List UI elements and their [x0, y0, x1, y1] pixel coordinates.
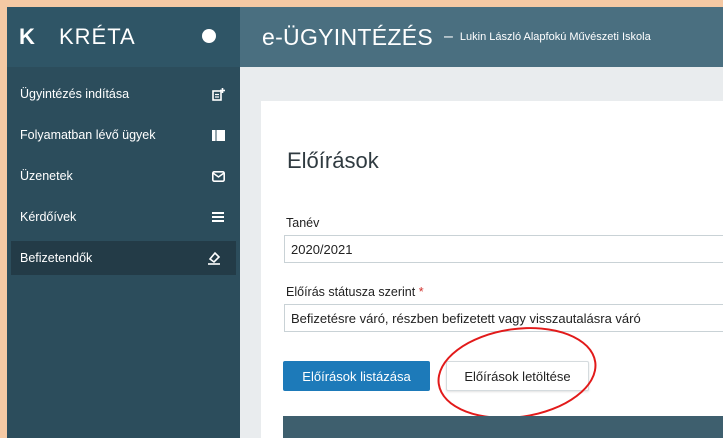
sidebar-nav: Ügyintézés indítása Folyamatban lévő ügy…	[7, 77, 240, 282]
header-separator: –	[444, 28, 453, 45]
school-year-value: 2020/2021	[291, 241, 353, 257]
status-value: Befizetésre váró, részben befizetett vag…	[291, 310, 641, 326]
status-select[interactable]: Befizetésre váró, részben befizetett vag…	[284, 304, 723, 332]
sidebar: K KRÉTA Ügyintézés indítása Folyamatban …	[7, 7, 240, 438]
app-window: K KRÉTA Ügyintézés indítása Folyamatban …	[7, 7, 723, 438]
sidebar-item-uzenetek[interactable]: Üzenetek	[7, 159, 240, 193]
sidebar-item-label: Folyamatban lévő ügyek	[20, 128, 156, 142]
sidebar-item-kerdoivek[interactable]: Kérdőívek	[7, 200, 240, 234]
status-label-text: Előírás státusza szerint	[286, 285, 416, 299]
annotation-circle	[431, 317, 603, 429]
sidebar-item-befizetendok[interactable]: Befizetendők	[11, 241, 236, 275]
school-year-label: Tanév	[286, 216, 320, 230]
list-icon	[211, 210, 225, 224]
list-button[interactable]: Előírások listázása	[283, 361, 430, 391]
school-name: Lukin László Alapfokú Művészeti Iskola	[459, 31, 651, 43]
sidebar-item-label: Üzenetek	[20, 169, 73, 183]
status-label: Előírás státusza szerint *	[286, 285, 424, 299]
app-title: e-ÜGYINTÉZÉS	[262, 23, 434, 50]
page-title: Előírások	[287, 148, 379, 173]
content-card: Előírások Tanév 2020/2021 Előírás státus…	[261, 101, 723, 438]
top-header: e-ÜGYINTÉZÉS – Lukin László Alapfokú Műv…	[240, 7, 723, 67]
eraser-icon	[207, 251, 221, 265]
required-mark: *	[418, 285, 424, 299]
sidebar-item-label: Befizetendők	[20, 251, 93, 265]
folder-icon	[211, 128, 225, 142]
sidebar-item-folyamatban[interactable]: Folyamatban lévő ügyek	[7, 118, 240, 152]
new-document-icon	[211, 87, 225, 101]
school-year-select[interactable]: 2020/2021	[284, 235, 723, 263]
sidebar-item-label: Ügyintézés indítása	[20, 87, 130, 101]
kreta-logo-icon: K	[19, 24, 35, 49]
sidebar-item-label: Kérdőívek	[20, 210, 77, 224]
sidebar-item-ugyintezes-inditasa[interactable]: Ügyintézés indítása	[7, 77, 240, 111]
brand-name: KRÉTA	[59, 24, 136, 49]
results-header-bar	[283, 416, 723, 438]
envelope-icon	[211, 169, 225, 183]
menu-toggle-icon[interactable]	[202, 29, 216, 43]
